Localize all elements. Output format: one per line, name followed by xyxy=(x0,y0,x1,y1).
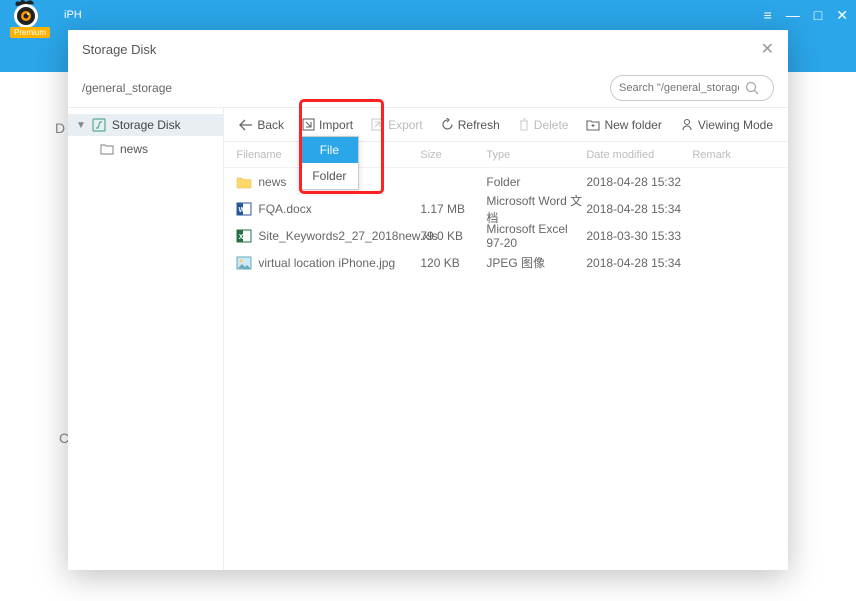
sidebar-item-label: Storage Disk xyxy=(112,118,181,132)
file-name: news xyxy=(258,175,286,189)
app-logo: Premium xyxy=(8,0,54,30)
sidebar-item-label: news xyxy=(120,142,148,156)
export-button: Export xyxy=(362,108,432,142)
file-name: Site_Keywords2_27_2018new.xls xyxy=(258,229,437,243)
svg-text:X: X xyxy=(239,234,244,241)
image-icon xyxy=(236,255,252,271)
import-icon xyxy=(302,118,315,131)
minimize-icon[interactable]: — xyxy=(786,7,800,24)
file-date: 2018-04-28 15:32 xyxy=(586,175,692,189)
sidebar: ▼ Storage Disk news xyxy=(68,108,224,570)
breadcrumb: /general_storage xyxy=(82,81,172,95)
search-input[interactable] xyxy=(619,82,739,94)
app-topbar: Premium iPH ≡ — □ ✕ xyxy=(0,0,856,30)
column-date[interactable]: Date modified xyxy=(586,149,692,161)
search-box[interactable] xyxy=(610,75,774,101)
viewing-icon xyxy=(680,118,694,131)
bg-text-d: D xyxy=(55,120,65,136)
refresh-button[interactable]: Refresh xyxy=(432,108,509,142)
file-date: 2018-04-28 15:34 xyxy=(586,202,692,216)
new-folder-icon xyxy=(586,119,600,131)
dialog-title: Storage Disk xyxy=(82,42,156,57)
search-icon xyxy=(745,81,759,95)
word-icon: W xyxy=(236,201,252,217)
column-type[interactable]: Type xyxy=(486,149,586,161)
folder-icon xyxy=(100,143,114,155)
back-icon xyxy=(239,119,253,131)
file-size: 120 KB xyxy=(420,256,486,270)
viewing-mode-button[interactable]: Viewing Mode xyxy=(671,108,782,142)
back-button[interactable]: Back xyxy=(230,108,293,142)
column-size[interactable]: Size xyxy=(420,149,486,161)
disk-icon xyxy=(92,118,106,132)
file-type: Microsoft Word 文档 xyxy=(486,192,586,226)
import-dropdown: File Folder xyxy=(299,136,359,190)
delete-icon xyxy=(518,118,530,131)
dropdown-item-file[interactable]: File xyxy=(300,137,358,163)
file-date: 2018-04-28 15:34 xyxy=(586,256,692,270)
menu-icon[interactable]: ≡ xyxy=(764,7,772,24)
close-window-icon[interactable]: ✕ xyxy=(836,7,848,24)
export-icon xyxy=(371,118,384,131)
sidebar-item-news[interactable]: news xyxy=(68,136,223,162)
file-size: 1.17 MB xyxy=(420,202,486,216)
main-panel: Back Import Export Refresh Delete xyxy=(224,108,788,570)
chevron-down-icon: ▼ xyxy=(76,120,86,131)
table-row[interactable]: virtual location iPhone.jpg 120 KBJPEG 图像… xyxy=(224,249,788,276)
close-icon[interactable]: ✕ xyxy=(761,39,774,59)
excel-icon: X xyxy=(236,228,252,244)
file-date: 2018-03-30 15:33 xyxy=(586,229,692,243)
refresh-icon xyxy=(441,118,454,131)
file-type: JPEG 图像 xyxy=(486,254,586,271)
file-name: FQA.docx xyxy=(258,202,311,216)
dropdown-item-folder[interactable]: Folder xyxy=(300,163,358,189)
new-folder-button[interactable]: New folder xyxy=(577,108,670,142)
svg-text:W: W xyxy=(239,207,246,214)
file-name: virtual location iPhone.jpg xyxy=(258,256,395,270)
maximize-icon[interactable]: □ xyxy=(814,7,822,24)
table-row[interactable]: X Site_Keywords2_27_2018new.xls79.0 KBMic… xyxy=(224,222,788,249)
file-size: 79.0 KB xyxy=(420,229,486,243)
folder-icon xyxy=(236,174,252,190)
storage-dialog: Storage Disk ✕ /general_storage ▼ Storag… xyxy=(68,30,788,570)
file-type: Microsoft Excel 97-20 xyxy=(486,222,586,250)
delete-button: Delete xyxy=(509,108,578,142)
app-label: iPH xyxy=(64,9,82,21)
table-row[interactable]: WFQA.docx1.17 MBMicrosoft Word 文档2018-04… xyxy=(224,195,788,222)
file-type: Folder xyxy=(486,175,586,189)
premium-badge: Premium xyxy=(10,27,50,38)
column-remark[interactable]: Remark xyxy=(692,149,788,161)
sidebar-item-storage-disk[interactable]: ▼ Storage Disk xyxy=(68,114,223,136)
